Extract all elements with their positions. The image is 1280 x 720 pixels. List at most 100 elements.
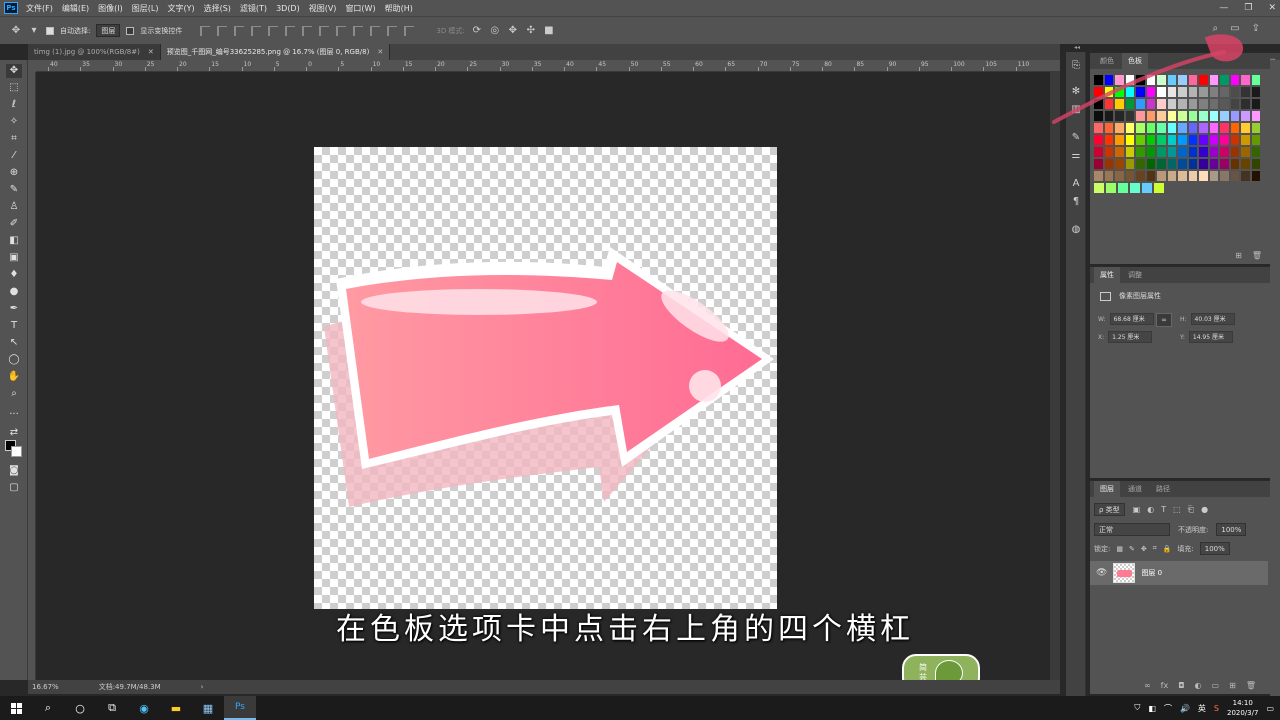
photoshop-taskbar-icon[interactable]: Ps [224, 696, 256, 720]
type-tool-icon[interactable]: T [6, 319, 22, 333]
crop-tool-icon[interactable]: ⌗ [6, 132, 22, 146]
blend-mode-select[interactable]: 正常 [1094, 523, 1170, 536]
color-swatch[interactable] [1157, 147, 1166, 157]
path-selection-tool-icon[interactable]: ↖ [6, 336, 22, 350]
delete-swatch-icon[interactable]: 🗑 [1252, 251, 1262, 260]
ime-language[interactable]: 英 [1198, 703, 1206, 714]
color-swatch[interactable] [1136, 123, 1145, 133]
color-swatch[interactable] [1209, 171, 1218, 181]
dodge-tool-icon[interactable]: ● [6, 285, 22, 299]
color-swatch[interactable] [1104, 111, 1113, 121]
zoom-tool-icon[interactable]: ⌕ [6, 387, 22, 401]
workspace-icon[interactable]: ▭ [1230, 23, 1239, 34]
lock-transparent-icon[interactable]: ▦ [1116, 545, 1123, 553]
color-swatch[interactable] [1115, 171, 1124, 181]
color-swatch[interactable] [1220, 135, 1229, 145]
adjustment-layer-icon[interactable]: ◐ [1195, 681, 1202, 690]
color-swatch[interactable] [1220, 159, 1229, 169]
color-swatch[interactable] [1167, 147, 1176, 157]
color-swatch[interactable] [1115, 99, 1124, 109]
vertical-scrollbar[interactable] [1050, 72, 1060, 680]
show-transform-checkbox[interactable] [126, 26, 135, 35]
link-dimensions-icon[interactable]: ∞ [1156, 313, 1172, 327]
color-swatch[interactable] [1230, 159, 1239, 169]
quick-mask-icon[interactable]: ◙ [6, 464, 22, 478]
color-swatch[interactable] [1188, 123, 1197, 133]
color-swatch[interactable] [1188, 159, 1197, 169]
marquee-tool-icon[interactable]: ⬚ [6, 81, 22, 95]
color-swatch[interactable] [1188, 75, 1197, 85]
lock-pixels-icon[interactable]: ✎ [1129, 545, 1135, 553]
color-swatch[interactable] [1104, 135, 1113, 145]
color-swatch[interactable] [1199, 75, 1208, 85]
distribute-top-icon[interactable] [302, 25, 313, 36]
filter-adjustment-icon[interactable]: ◐ [1147, 505, 1154, 515]
menu-help[interactable]: 帮助(H) [385, 3, 413, 14]
align-vcenter-icon[interactable] [217, 25, 228, 36]
shape-tool-icon[interactable]: ◯ [6, 353, 22, 367]
align-left-icon[interactable] [251, 25, 262, 36]
status-menu-arrow-icon[interactable]: › [201, 683, 204, 691]
start-button[interactable] [0, 696, 32, 720]
color-swatch[interactable] [1146, 111, 1155, 121]
color-swatch[interactable] [1104, 147, 1113, 157]
color-swatch[interactable] [1115, 123, 1124, 133]
color-swatch[interactable] [1209, 159, 1218, 169]
color-swatch[interactable] [1188, 147, 1197, 157]
color-swatch[interactable] [1241, 135, 1250, 145]
color-swatch[interactable] [1115, 75, 1124, 85]
color-swatch[interactable] [1167, 159, 1176, 169]
color-swatch[interactable] [1157, 75, 1166, 85]
adjustments-panel-icon[interactable]: ⚌ [1070, 150, 1082, 162]
width-field[interactable]: 68.68 厘米 [1109, 313, 1154, 325]
blur-tool-icon[interactable]: ♦ [6, 268, 22, 282]
zoom-level[interactable]: 16.67% [32, 683, 59, 691]
color-panel-icon[interactable]: ✻ [1070, 86, 1082, 98]
move-tool-icon[interactable]: ✥ [10, 25, 22, 37]
menu-view[interactable]: 视图(V) [309, 3, 337, 14]
search-icon[interactable]: ⌕ [32, 696, 64, 720]
search-icon[interactable]: ⌕ [1213, 23, 1219, 34]
color-swatch[interactable] [1125, 171, 1134, 181]
menu-3d[interactable]: 3D(D) [276, 4, 300, 13]
background-color-swatch[interactable] [11, 446, 22, 457]
color-swatch[interactable] [1178, 147, 1187, 157]
color-swatch[interactable] [1094, 87, 1103, 97]
menu-edit[interactable]: 编辑(E) [62, 3, 89, 14]
opacity-field[interactable]: 100% [1216, 523, 1247, 536]
fill-field[interactable]: 100% [1199, 542, 1230, 555]
color-swatch[interactable] [1178, 111, 1187, 121]
cortana-icon[interactable]: ○ [64, 696, 96, 720]
task-view-icon[interactable]: ⧉ [96, 696, 128, 720]
distribute-vcenter-icon[interactable] [319, 25, 330, 36]
volume-icon[interactable]: 🔊 [1180, 704, 1190, 713]
lock-artboard-icon[interactable]: ⌗ [1153, 544, 1157, 553]
color-swatch[interactable] [1154, 183, 1164, 193]
color-swatch[interactable] [1094, 111, 1103, 121]
3d-pan-icon[interactable]: ✥ [507, 25, 519, 37]
color-swatch[interactable] [1241, 123, 1250, 133]
app-tray-icon[interactable]: ◧ [1148, 704, 1156, 713]
menu-filter[interactable]: 滤镜(T) [240, 3, 267, 14]
layer-filter-select[interactable]: ρ 类型 [1094, 503, 1125, 516]
color-swatch[interactable] [1209, 87, 1218, 97]
layer-row[interactable]: 👁 图层 0 [1090, 561, 1268, 585]
color-swatch[interactable] [1230, 171, 1239, 181]
color-swatch[interactable] [1199, 87, 1208, 97]
3d-orbit-icon[interactable]: ⟳ [471, 25, 483, 37]
color-swatch[interactable] [1241, 171, 1250, 181]
color-swatch[interactable] [1136, 159, 1145, 169]
auto-select-checkbox[interactable] [46, 26, 54, 35]
tab-adjustments[interactable]: 调整 [1122, 267, 1148, 283]
more-tools-icon[interactable]: ··· [6, 408, 22, 422]
color-swatch[interactable] [1241, 87, 1250, 97]
share-icon[interactable]: ⇪ [1252, 23, 1260, 34]
color-swatch[interactable] [1167, 99, 1176, 109]
tab-layers[interactable]: 图层 [1094, 481, 1120, 497]
tab-paths[interactable]: 路径 [1150, 481, 1176, 497]
color-swatch[interactable] [1136, 111, 1145, 121]
color-swatch[interactable] [1094, 159, 1103, 169]
color-swatch[interactable] [1188, 111, 1197, 121]
y-field[interactable]: 14.95 厘米 [1188, 331, 1233, 343]
color-swatch[interactable] [1125, 111, 1134, 121]
